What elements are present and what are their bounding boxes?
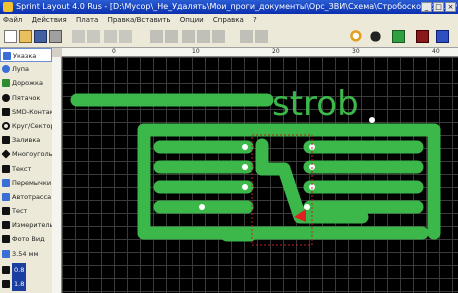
delete-icon[interactable] <box>165 30 178 43</box>
zoom-icon[interactable] <box>350 30 363 43</box>
tool-pointer[interactable]: Указка <box>0 48 52 63</box>
close-button[interactable]: × <box>445 2 456 12</box>
jumper-icon <box>2 178 10 187</box>
toolbar <box>0 26 458 48</box>
ruler-label: 40 <box>432 48 440 55</box>
ruler-left <box>52 57 62 293</box>
new-file-icon[interactable] <box>4 30 17 43</box>
tool-measure[interactable]: Измеритель <box>0 218 52 232</box>
pad <box>199 204 205 210</box>
polygon-icon <box>1 149 11 159</box>
menu-options[interactable]: Опции <box>180 16 204 24</box>
tool-autoroute[interactable]: Автотрасса <box>0 190 52 204</box>
tool-circle[interactable]: Круг/Сектор <box>0 119 52 133</box>
pcb-icon[interactable] <box>416 30 429 43</box>
ruler-top: 0 10 20 30 40 <box>62 48 458 57</box>
copy-icon[interactable] <box>119 30 132 43</box>
autoroute-icon <box>2 192 10 201</box>
tool-text[interactable]: Текст <box>0 162 52 176</box>
zoom-row-1: 0.8 <box>0 262 52 277</box>
pcb-label-text: strob <box>272 84 359 124</box>
pad <box>242 144 248 150</box>
app-icon <box>3 2 13 12</box>
print-icon[interactable] <box>49 30 62 43</box>
contrast-icon[interactable] <box>369 30 382 43</box>
menu-actions[interactable]: Действия <box>32 16 67 24</box>
ruler-label: 10 <box>192 48 200 55</box>
tool-photo-view[interactable]: Фото Вид <box>0 232 52 246</box>
grid-size[interactable]: 3.54 мм <box>0 247 52 261</box>
pad <box>304 204 310 210</box>
pcb-canvas[interactable]: strob <box>62 57 458 293</box>
pointer-icon <box>3 52 11 60</box>
track-icon <box>2 79 10 88</box>
info-icon[interactable] <box>436 30 449 43</box>
cut-icon[interactable] <box>104 30 117 43</box>
text-icon <box>2 164 10 173</box>
group-icon[interactable] <box>240 30 253 43</box>
ruler-label: 0 <box>112 48 116 55</box>
pcb-traces <box>70 93 441 242</box>
measure-icon <box>2 221 10 230</box>
tool-smd[interactable]: SMD-Контакт <box>0 105 52 119</box>
mirror-icon[interactable] <box>197 30 210 43</box>
move-icon <box>2 265 10 274</box>
zoom-input-2[interactable]: 1.8 <box>12 277 27 292</box>
tool-polygon[interactable]: Многоуголь <box>0 147 52 161</box>
redo-icon[interactable] <box>87 30 100 43</box>
fill-icon <box>2 136 10 145</box>
ruler-label: 20 <box>272 48 280 55</box>
menu-help[interactable]: Справка <box>213 16 244 24</box>
trace <box>277 162 307 224</box>
tools-sidebar: Указка Лупа Дорожка Пятачок SMD-Контакт … <box>0 48 52 293</box>
photo-icon <box>2 235 10 244</box>
grid-icon <box>2 249 10 258</box>
zoom-row-2: 1.8 <box>0 277 52 292</box>
ungroup-icon[interactable] <box>255 30 268 43</box>
magnifier-icon <box>2 65 10 74</box>
undo-icon[interactable] <box>72 30 85 43</box>
menu-file[interactable]: Файл <box>3 16 22 24</box>
pcb-layout: strob <box>70 84 441 246</box>
component-icon[interactable] <box>392 30 405 43</box>
test-icon <box>2 207 10 216</box>
pad <box>369 117 375 123</box>
tool-pad[interactable]: Пятачок <box>0 91 52 105</box>
pad <box>242 184 248 190</box>
save-icon[interactable] <box>34 30 47 43</box>
tool-jumper[interactable]: Перемычки <box>0 176 52 190</box>
pad-icon <box>2 93 10 102</box>
window-titlebar: Sprint Layout 4.0 Rus - [D:\Мусор\_Не_Уд… <box>0 0 458 14</box>
maximize-button[interactable]: □ <box>433 2 444 12</box>
rotate-icon[interactable] <box>182 30 195 43</box>
tool-test[interactable]: Тест <box>0 204 52 218</box>
menu-edit[interactable]: Правка/Вставить <box>108 16 171 24</box>
menu-board[interactable]: Плата <box>76 16 98 24</box>
tool-track[interactable]: Дорожка <box>0 76 52 90</box>
zoom-input-1[interactable]: 0.8 <box>12 262 27 277</box>
menu-bar: Файл Действия Плата Правка/Вставить Опци… <box>0 14 458 26</box>
align-icon[interactable] <box>212 30 225 43</box>
pad <box>242 164 248 170</box>
menu-about[interactable]: ? <box>253 16 257 24</box>
tool-magnifier[interactable]: Лупа <box>0 62 52 76</box>
paste-icon[interactable] <box>150 30 163 43</box>
scale-icon <box>2 280 10 288</box>
smd-icon <box>2 107 10 116</box>
tool-fill[interactable]: Заливка <box>0 133 52 147</box>
ruler-label: 30 <box>352 48 360 55</box>
window-title: Sprint Layout 4.0 Rus - [D:\Мусор\_Не_Уд… <box>16 2 458 11</box>
circle-icon <box>2 121 10 130</box>
open-folder-icon[interactable] <box>19 30 32 43</box>
minimize-button[interactable]: _ <box>421 2 432 12</box>
